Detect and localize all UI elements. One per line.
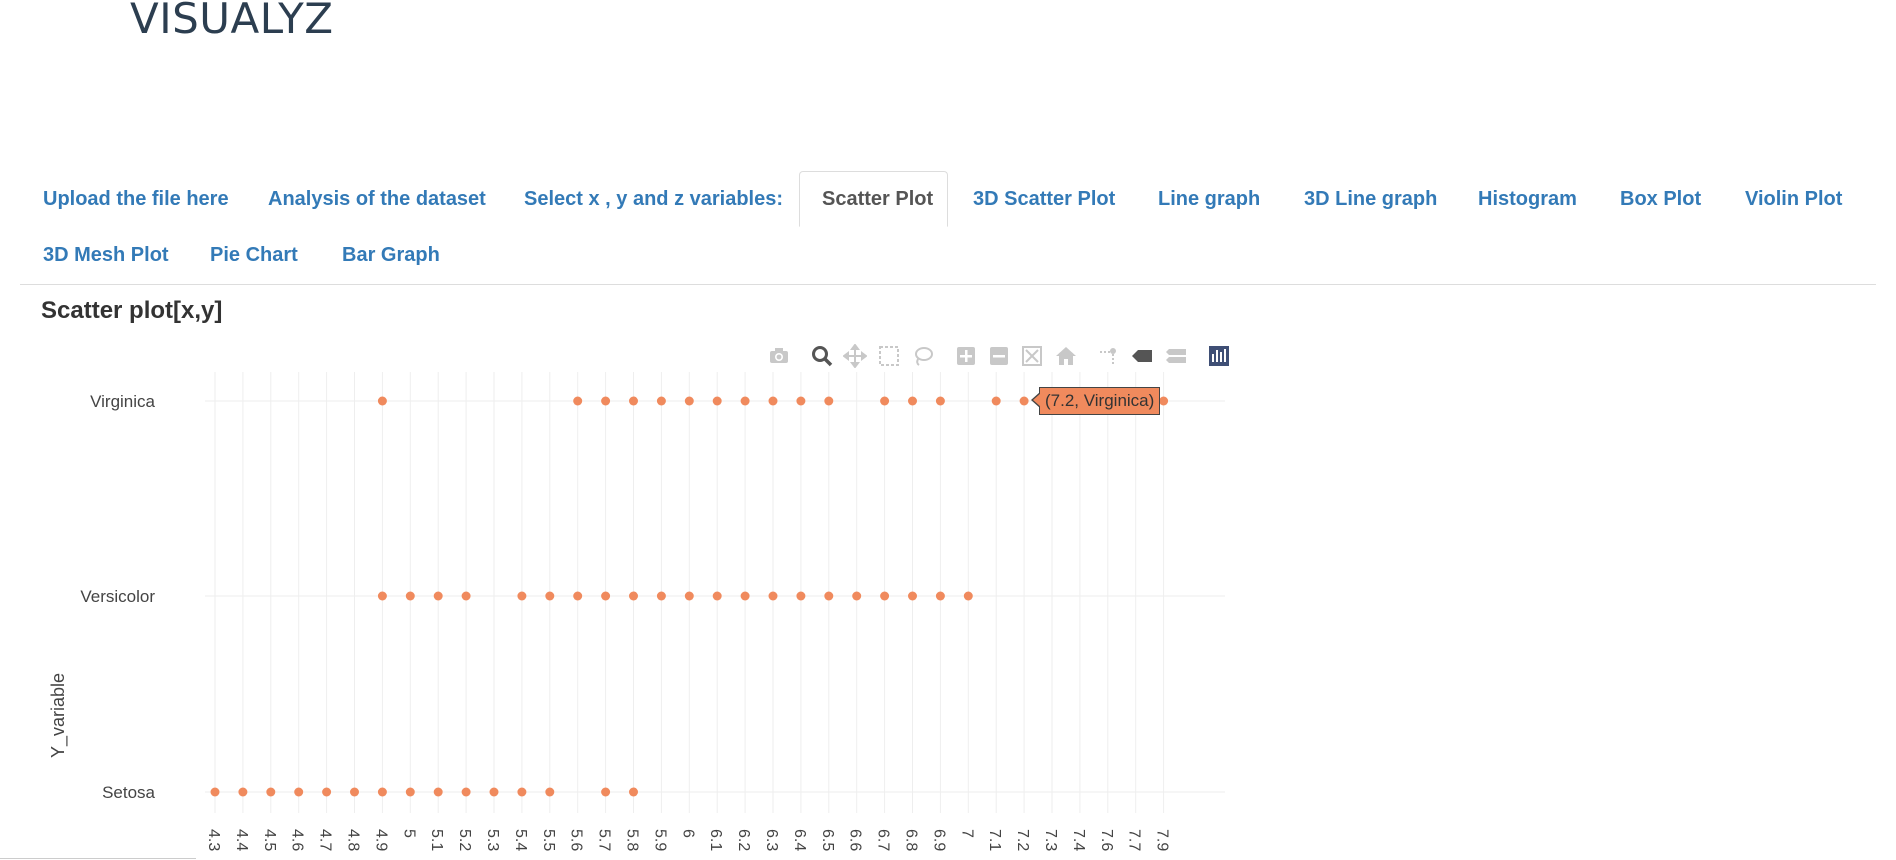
scatter-point[interactable] — [935, 396, 945, 406]
scatter-point[interactable] — [350, 787, 359, 797]
scatter-point[interactable] — [908, 396, 917, 406]
scatter-point[interactable] — [489, 787, 499, 797]
x-tick-label: 5.2 — [456, 829, 473, 851]
x-tick-label: 7.9 — [1154, 829, 1171, 851]
x-tick-label: 5.7 — [596, 829, 613, 851]
scatter-point[interactable] — [629, 396, 638, 406]
scatter-point[interactable] — [908, 591, 917, 601]
x-tick-label: 4.6 — [289, 829, 306, 851]
x-tick-label: 6.3 — [763, 829, 780, 851]
scatter-point[interactable] — [629, 787, 638, 797]
x-tick-label: 5.8 — [624, 829, 641, 851]
divider — [0, 858, 196, 859]
y-tick-labels: Setosa Versicolor Virginica — [80, 392, 155, 802]
x-tick-label: 7 — [958, 829, 975, 838]
y-tick-label: Versicolor — [80, 587, 155, 606]
x-tick-label: 6 — [679, 829, 696, 838]
scatter-point[interactable] — [517, 787, 527, 797]
x-tick-label: 6.1 — [707, 829, 724, 851]
scatter-point[interactable] — [433, 591, 443, 601]
scatter-plot: SetosaVersicolorVirginica 4.3 4.4 4.5 4.6 4.… — [80, 372, 1225, 851]
scatter-point[interactable] — [210, 787, 220, 797]
scatter-point[interactable] — [684, 591, 694, 601]
scatter-point[interactable] — [656, 396, 666, 406]
scatter-point[interactable] — [712, 396, 722, 406]
scatter-point[interactable] — [377, 787, 387, 797]
x-tick-label: 5 — [400, 829, 417, 838]
x-tick-label: 6.5 — [819, 829, 836, 851]
x-tick-label: 4.3 — [205, 829, 222, 851]
scatter-point[interactable] — [461, 787, 471, 797]
x-tick-label: 4.8 — [345, 829, 362, 851]
scatter-point[interactable] — [266, 787, 276, 797]
x-tick-label: 5.3 — [484, 829, 501, 851]
y-axis-title-wrap: Y_variable — [48, 648, 72, 758]
scatter-point[interactable] — [963, 591, 973, 601]
x-tick-label: 7.1 — [986, 829, 1003, 851]
scatter-point[interactable] — [740, 591, 750, 601]
scatter-point[interactable] — [656, 591, 666, 601]
x-tick-label: 5.4 — [512, 829, 529, 851]
x-tick-label: 5.6 — [568, 829, 585, 851]
scatter-point[interactable] — [880, 396, 890, 406]
x-tick-labels: 4.3 4.4 4.5 4.6 4.7 4.8 4.9 5 5.1 5.2 5.3 5.4 5.5 5.6… — [205, 829, 1171, 851]
hover-tooltip: (7.2, Virginica) — [1030, 387, 1161, 415]
x-tick-label: 6.2 — [735, 829, 752, 851]
x-tick-label: 4.7 — [317, 829, 334, 851]
scatter-point[interactable] — [684, 396, 694, 406]
scatter-point[interactable] — [377, 591, 387, 601]
scatter-point[interactable] — [712, 591, 722, 601]
scatter-point[interactable] — [1159, 396, 1169, 406]
scatter-point[interactable] — [377, 396, 387, 406]
scatter-point[interactable] — [545, 591, 555, 601]
scatter-point[interactable] — [991, 396, 1001, 406]
x-tick-label: 6.6 — [847, 829, 864, 851]
scatter-point[interactable] — [322, 787, 332, 797]
x-tick-label: 4.5 — [261, 829, 278, 851]
scatter-point[interactable] — [740, 396, 750, 406]
scatter-point[interactable] — [935, 591, 945, 601]
scatter-point[interactable] — [601, 787, 611, 797]
scatter-point[interactable] — [824, 591, 834, 601]
scatter-point[interactable] — [433, 787, 443, 797]
x-tick-label: 6.8 — [903, 829, 920, 851]
scatter-point[interactable] — [1019, 396, 1029, 406]
x-tick-label: 5.9 — [651, 829, 668, 851]
y-axis-title: Y_variable — [48, 672, 68, 758]
scatter-point[interactable] — [629, 591, 638, 601]
scatter-point[interactable] — [238, 787, 248, 797]
x-tick-label: 6.4 — [791, 829, 808, 851]
scatter-point[interactable] — [768, 396, 778, 406]
x-tick-label: 6.7 — [875, 829, 892, 851]
scatter-point[interactable] — [461, 591, 471, 601]
scatter-point[interactable] — [601, 591, 611, 601]
x-tick-label: 7.2 — [1014, 829, 1031, 851]
scatter-point[interactable] — [852, 591, 862, 601]
scatter-point[interactable] — [405, 787, 415, 797]
x-tick-label: 4.4 — [233, 829, 250, 851]
scatter-point[interactable] — [545, 787, 555, 797]
x-tick-label: 6.9 — [930, 829, 947, 851]
scatter-point[interactable] — [294, 787, 304, 797]
scatter-point[interactable] — [796, 396, 806, 406]
x-tick-label: 4.9 — [372, 829, 389, 851]
x-tick-label: 7.3 — [1042, 829, 1059, 851]
x-tick-label: 7.7 — [1126, 829, 1143, 851]
y-tick-label: Virginica — [90, 392, 155, 411]
scatter-point[interactable] — [880, 591, 890, 601]
scatter-point[interactable] — [517, 591, 527, 601]
x-tick-label: 7.6 — [1098, 829, 1115, 851]
x-tick-label: 5.1 — [428, 829, 445, 851]
scatter-point[interactable] — [601, 396, 611, 406]
scatter-point[interactable] — [824, 396, 834, 406]
scatter-point[interactable] — [405, 591, 415, 601]
scatter-point[interactable] — [573, 396, 583, 406]
x-tick-label: 5.5 — [540, 829, 557, 851]
x-tick-label: 7.4 — [1070, 829, 1087, 851]
y-tick-label: Setosa — [102, 783, 155, 802]
scatter-point[interactable] — [768, 591, 778, 601]
scatter-point[interactable] — [573, 591, 583, 601]
scatter-point[interactable] — [796, 591, 806, 601]
